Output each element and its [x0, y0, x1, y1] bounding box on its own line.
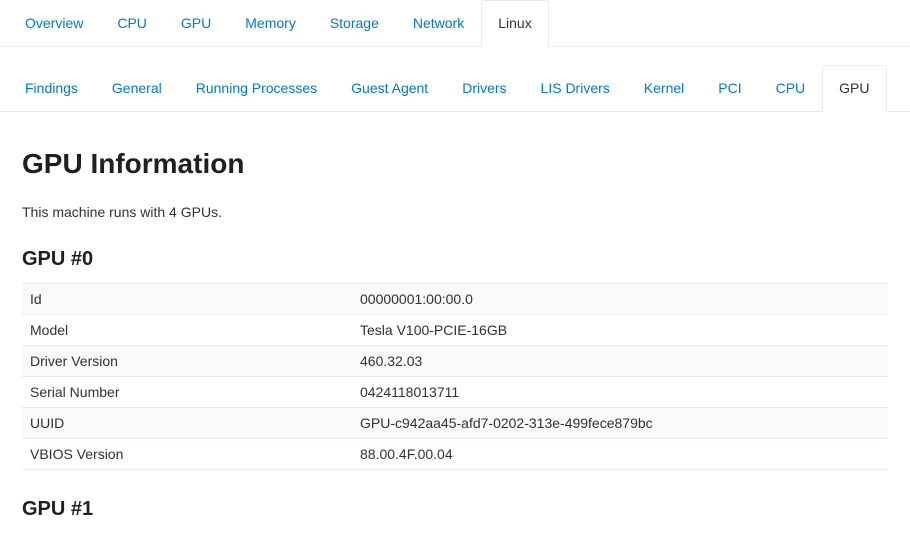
- subtab-pci[interactable]: PCI: [701, 65, 758, 111]
- table-row: Id00000001:00:00.0: [22, 284, 888, 315]
- property-key: VBIOS Version: [22, 439, 352, 470]
- property-key: Serial Number: [22, 377, 352, 408]
- page-summary: This machine runs with 4 GPUs.: [22, 204, 888, 220]
- property-value: GPU-c942aa45-afd7-0202-313e-499fece879bc: [352, 408, 888, 439]
- table-row: ModelTesla V100-PCIE-16GB: [22, 315, 888, 346]
- property-key: Id: [22, 284, 352, 315]
- tab-gpu[interactable]: GPU: [164, 0, 228, 46]
- subtab-kernel[interactable]: Kernel: [627, 65, 701, 111]
- gpu-container: GPU #0 Id00000001:00:00.0ModelTesla V100-…: [22, 248, 888, 521]
- property-key: Driver Version: [22, 346, 352, 377]
- table-row: UUIDGPU-c942aa45-afd7-0202-313e-499fece8…: [22, 408, 888, 439]
- tab-cpu[interactable]: CPU: [100, 0, 164, 46]
- table-row: Driver Version460.32.03: [22, 346, 888, 377]
- property-value: Tesla V100-PCIE-16GB: [352, 315, 888, 346]
- table-row: Serial Number0424118013711: [22, 377, 888, 408]
- subtab-drivers[interactable]: Drivers: [445, 65, 523, 111]
- gpu-section-heading: GPU #1: [22, 498, 888, 521]
- subtab-gpu[interactable]: GPU: [822, 65, 886, 112]
- tab-memory[interactable]: Memory: [228, 0, 313, 46]
- property-key: UUID: [22, 408, 352, 439]
- tab-network[interactable]: Network: [396, 0, 481, 46]
- primary-tabs: OverviewCPUGPUMemoryStorageNetworkLinux: [0, 0, 910, 47]
- subtab-running-processes[interactable]: Running Processes: [179, 65, 334, 111]
- page-title: GPU Information: [22, 148, 888, 180]
- subtab-guest-agent[interactable]: Guest Agent: [334, 65, 445, 111]
- property-value: 00000001:00:00.0: [352, 284, 888, 315]
- property-value: 460.32.03: [352, 346, 888, 377]
- property-value: 88.00.4F.00.04: [352, 439, 888, 470]
- property-key: Model: [22, 315, 352, 346]
- subtab-cpu[interactable]: CPU: [759, 65, 823, 111]
- property-value: 0424118013711: [352, 377, 888, 408]
- tab-linux[interactable]: Linux: [481, 0, 548, 47]
- gpu-section-heading: GPU #0: [22, 248, 888, 271]
- table-row: VBIOS Version88.00.4F.00.04: [22, 439, 888, 470]
- tab-storage[interactable]: Storage: [313, 0, 396, 46]
- subtab-general[interactable]: General: [95, 65, 179, 111]
- subtab-findings[interactable]: Findings: [8, 65, 95, 111]
- content-area: GPU Information This machine runs with 4…: [0, 112, 910, 557]
- subtab-lis-drivers[interactable]: LIS Drivers: [524, 65, 627, 111]
- gpu-info-table: Id00000001:00:00.0ModelTesla V100-PCIE-1…: [22, 283, 888, 470]
- tab-overview[interactable]: Overview: [8, 0, 100, 46]
- secondary-tabs: FindingsGeneralRunning ProcessesGuest Ag…: [0, 65, 910, 112]
